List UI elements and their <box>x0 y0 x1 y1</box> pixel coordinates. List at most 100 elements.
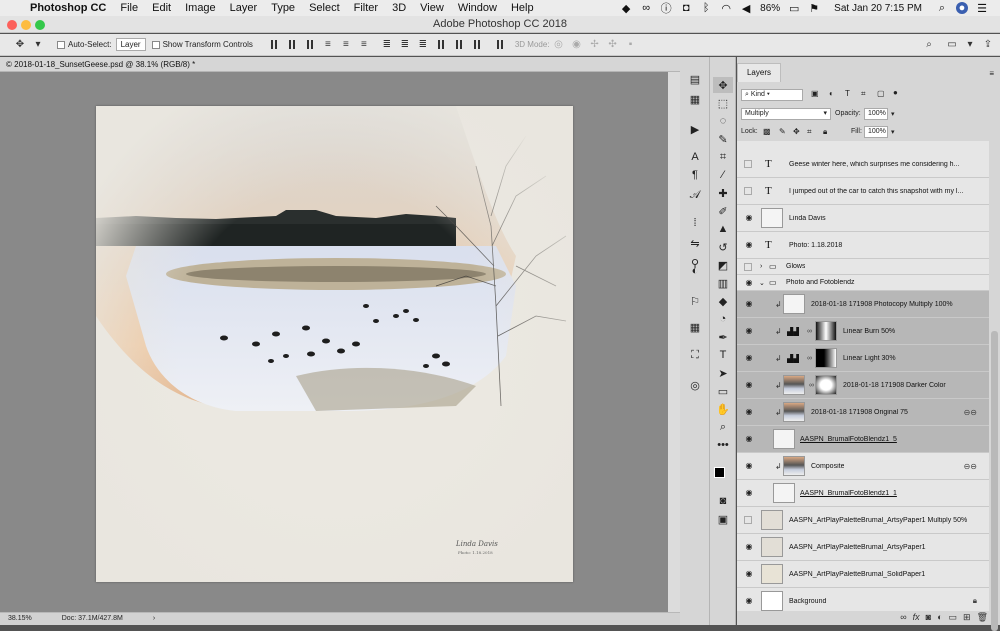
eye-icon[interactable]: ◉ <box>744 213 754 223</box>
menu-view[interactable]: View <box>420 2 444 14</box>
layer-row[interactable]: ◉ AASPN_ArtPlayPaletteBrumal_SolidPaper1 <box>737 561 989 588</box>
layers-scrollbar[interactable] <box>989 141 1000 631</box>
close-window-button[interactable] <box>7 20 17 30</box>
marquee-tool-icon[interactable]: ⬚ <box>713 95 733 111</box>
eraser-tool-icon[interactable]: ◩ <box>713 257 733 273</box>
type-tool-icon[interactable]: T <box>713 347 733 363</box>
minimize-window-button[interactable] <box>21 20 31 30</box>
layer-row[interactable]: ◉ ↲ 2018-01-18 171908 Original 75 ⊖⊖ <box>737 399 989 426</box>
add-mask-icon[interactable]: ◙ <box>926 612 931 622</box>
camera-icon[interactable]: ◘ <box>680 2 692 14</box>
lock-artboard-icon[interactable]: ⌗ <box>807 127 812 137</box>
paths-panel-icon[interactable]: ⛶ <box>685 347 705 363</box>
tool-presets-panel-icon[interactable]: ⇋ <box>685 235 705 251</box>
flag-icon[interactable]: ⚑ <box>808 2 820 15</box>
align-horizontal-centers-icon[interactable]: ≡ <box>340 39 352 51</box>
align-right-icon[interactable]: ≡ <box>358 39 370 51</box>
align-vertical-centers-icon[interactable] <box>286 39 298 51</box>
wifi-icon[interactable]: ◠ <box>720 2 732 15</box>
path-selection-tool-icon[interactable]: ➤ <box>713 365 733 381</box>
layer-row[interactable]: AASPN_ArtPlayPaletteBrumal_ArtsyPaper1 M… <box>737 507 989 534</box>
distribute-horizontal-icon[interactable] <box>453 39 465 51</box>
layer-row[interactable]: ◉ Background 🔒︎ <box>737 588 989 611</box>
new-group-icon[interactable]: ▭ <box>949 612 958 623</box>
fill-input[interactable]: 100% <box>864 126 888 138</box>
menu-image[interactable]: Image <box>185 2 216 14</box>
layer-row[interactable]: ◉ Linda Davis <box>737 205 989 232</box>
align-left-icon[interactable]: ≡ <box>322 39 334 51</box>
timeline-panel-icon[interactable]: ⚐ <box>685 293 705 309</box>
history-brush-tool-icon[interactable]: ↺ <box>713 239 733 255</box>
group-expand-chevron-icon[interactable]: › <box>760 263 762 270</box>
edit-toolbar-icon[interactable]: ••• <box>713 437 733 453</box>
lock-transparent-icon[interactable]: ▩ <box>763 127 771 136</box>
distribute-bottom-icon[interactable]: ≣ <box>417 39 429 51</box>
filter-adjustment-icon[interactable]: ◐ <box>829 89 834 98</box>
clone-stamp-tool-icon[interactable]: ▲ <box>713 221 733 237</box>
panel-menu-icon[interactable]: ≡ <box>989 69 994 78</box>
blur-tool-icon[interactable]: ◆ <box>713 293 733 309</box>
zoom-level[interactable]: 38.15% <box>8 613 32 625</box>
lasso-tool-icon[interactable]: ◌ <box>713 113 733 129</box>
navigator-panel-icon[interactable]: ▦ <box>685 319 705 335</box>
zoom-window-button[interactable] <box>35 20 45 30</box>
layer-group-row[interactable]: ◉ ⌄ ▭ Photo and Fotoblendz <box>737 275 989 291</box>
brush-settings-panel-icon[interactable]: ⁞ <box>685 215 705 231</box>
distribute-right-icon[interactable] <box>471 39 483 51</box>
filter-toggle-icon[interactable]: ● <box>893 88 898 97</box>
layer-effects-link-icon[interactable]: ⊖⊖ <box>964 408 977 417</box>
share-icon[interactable]: ⇪ <box>982 39 994 51</box>
bluetooth-icon[interactable]: ᛒ <box>700 2 712 14</box>
auto-select-target-select[interactable]: Layer <box>115 38 146 51</box>
new-layer-icon[interactable]: ⊞ <box>963 612 971 623</box>
layer-group-row[interactable]: › ▭ Glows <box>737 259 989 275</box>
menu-layer[interactable]: Layer <box>230 2 258 14</box>
eye-icon[interactable]: ◉ <box>744 542 754 552</box>
eye-icon[interactable]: ◉ <box>744 488 754 498</box>
visibility-toggle[interactable] <box>744 187 752 195</box>
layer-row[interactable]: ◉ ↲ 2018-01-18 171908 Photocopy Multiply… <box>737 291 989 318</box>
doc-size[interactable]: Doc: 37.1M/427.8M <box>62 613 123 625</box>
blend-mode-select[interactable]: Multiply ▾ <box>741 108 831 120</box>
distribute-top-icon[interactable]: ≣ <box>381 39 393 51</box>
fill-chevron-icon[interactable]: ▾ <box>891 128 895 136</box>
quick-selection-tool-icon[interactable]: ✎ <box>713 131 733 147</box>
opacity-input[interactable]: 100% <box>864 108 888 120</box>
lock-position-icon[interactable]: ✥ <box>793 127 800 136</box>
eye-icon[interactable]: ◉ <box>744 434 754 444</box>
link-layers-icon[interactable]: ∞ <box>900 612 906 622</box>
layer-row[interactable]: ◉ AASPN_BrumalFotoBlendz1_1 <box>737 480 989 507</box>
menu-select[interactable]: Select <box>309 2 340 14</box>
properties-panel-icon[interactable]: ◐ <box>685 263 705 279</box>
auto-select-checkbox[interactable] <box>57 40 65 49</box>
paragraph-panel-icon[interactable]: ¶ <box>685 167 705 183</box>
group-collapse-chevron-icon[interactable]: ⌄ <box>759 279 765 287</box>
adjustments-panel-icon[interactable]: ▤ <box>685 71 705 87</box>
spotlight-search-icon[interactable]: ⌕ <box>936 2 948 14</box>
rectangle-tool-icon[interactable]: ▭ <box>713 383 733 399</box>
pen-tool-icon[interactable]: ✒ <box>713 329 733 345</box>
visibility-toggle[interactable] <box>744 160 752 168</box>
layer-row[interactable]: ◉ ↲ ∞ 2018-01-18 171908 Darker Color <box>737 372 989 399</box>
layer-row[interactable]: ◉ AASPN_BrumalFotoBlendz1_5 <box>737 426 989 453</box>
mask-link-icon[interactable]: ∞ <box>807 355 812 362</box>
filter-type-icon[interactable]: T <box>845 89 850 98</box>
auto-align-icon[interactable] <box>494 39 506 51</box>
quick-mask-icon[interactable]: ◙ <box>713 493 733 509</box>
actions-panel-icon[interactable]: ▶ <box>685 121 705 137</box>
filter-pixel-icon[interactable]: ▣ <box>811 89 819 98</box>
foreground-color-swatch[interactable] <box>714 467 725 478</box>
dodge-tool-icon[interactable]: ◔ <box>713 311 733 327</box>
lock-all-icon[interactable]: 🔒︎ <box>823 127 827 137</box>
workspace-icon[interactable]: ▭ <box>946 39 958 51</box>
opacity-chevron-icon[interactable]: ▾ <box>891 110 895 118</box>
creative-cloud-icon[interactable]: ∞ <box>640 2 652 14</box>
volume-icon[interactable]: ◀ <box>740 2 752 15</box>
filter-smart-object-icon[interactable]: ▢ <box>877 89 885 98</box>
move-tool-icon[interactable]: ✥ <box>14 39 26 51</box>
filter-shape-icon[interactable]: ⌗ <box>861 89 866 99</box>
canvas-vertical-scrollbar[interactable] <box>668 72 680 612</box>
healing-brush-tool-icon[interactable]: ✚ <box>713 185 733 201</box>
menu-clock[interactable]: Sat Jan 20 7:15 PM <box>834 3 922 14</box>
delete-layer-icon[interactable]: 🗑︎ <box>977 612 988 623</box>
